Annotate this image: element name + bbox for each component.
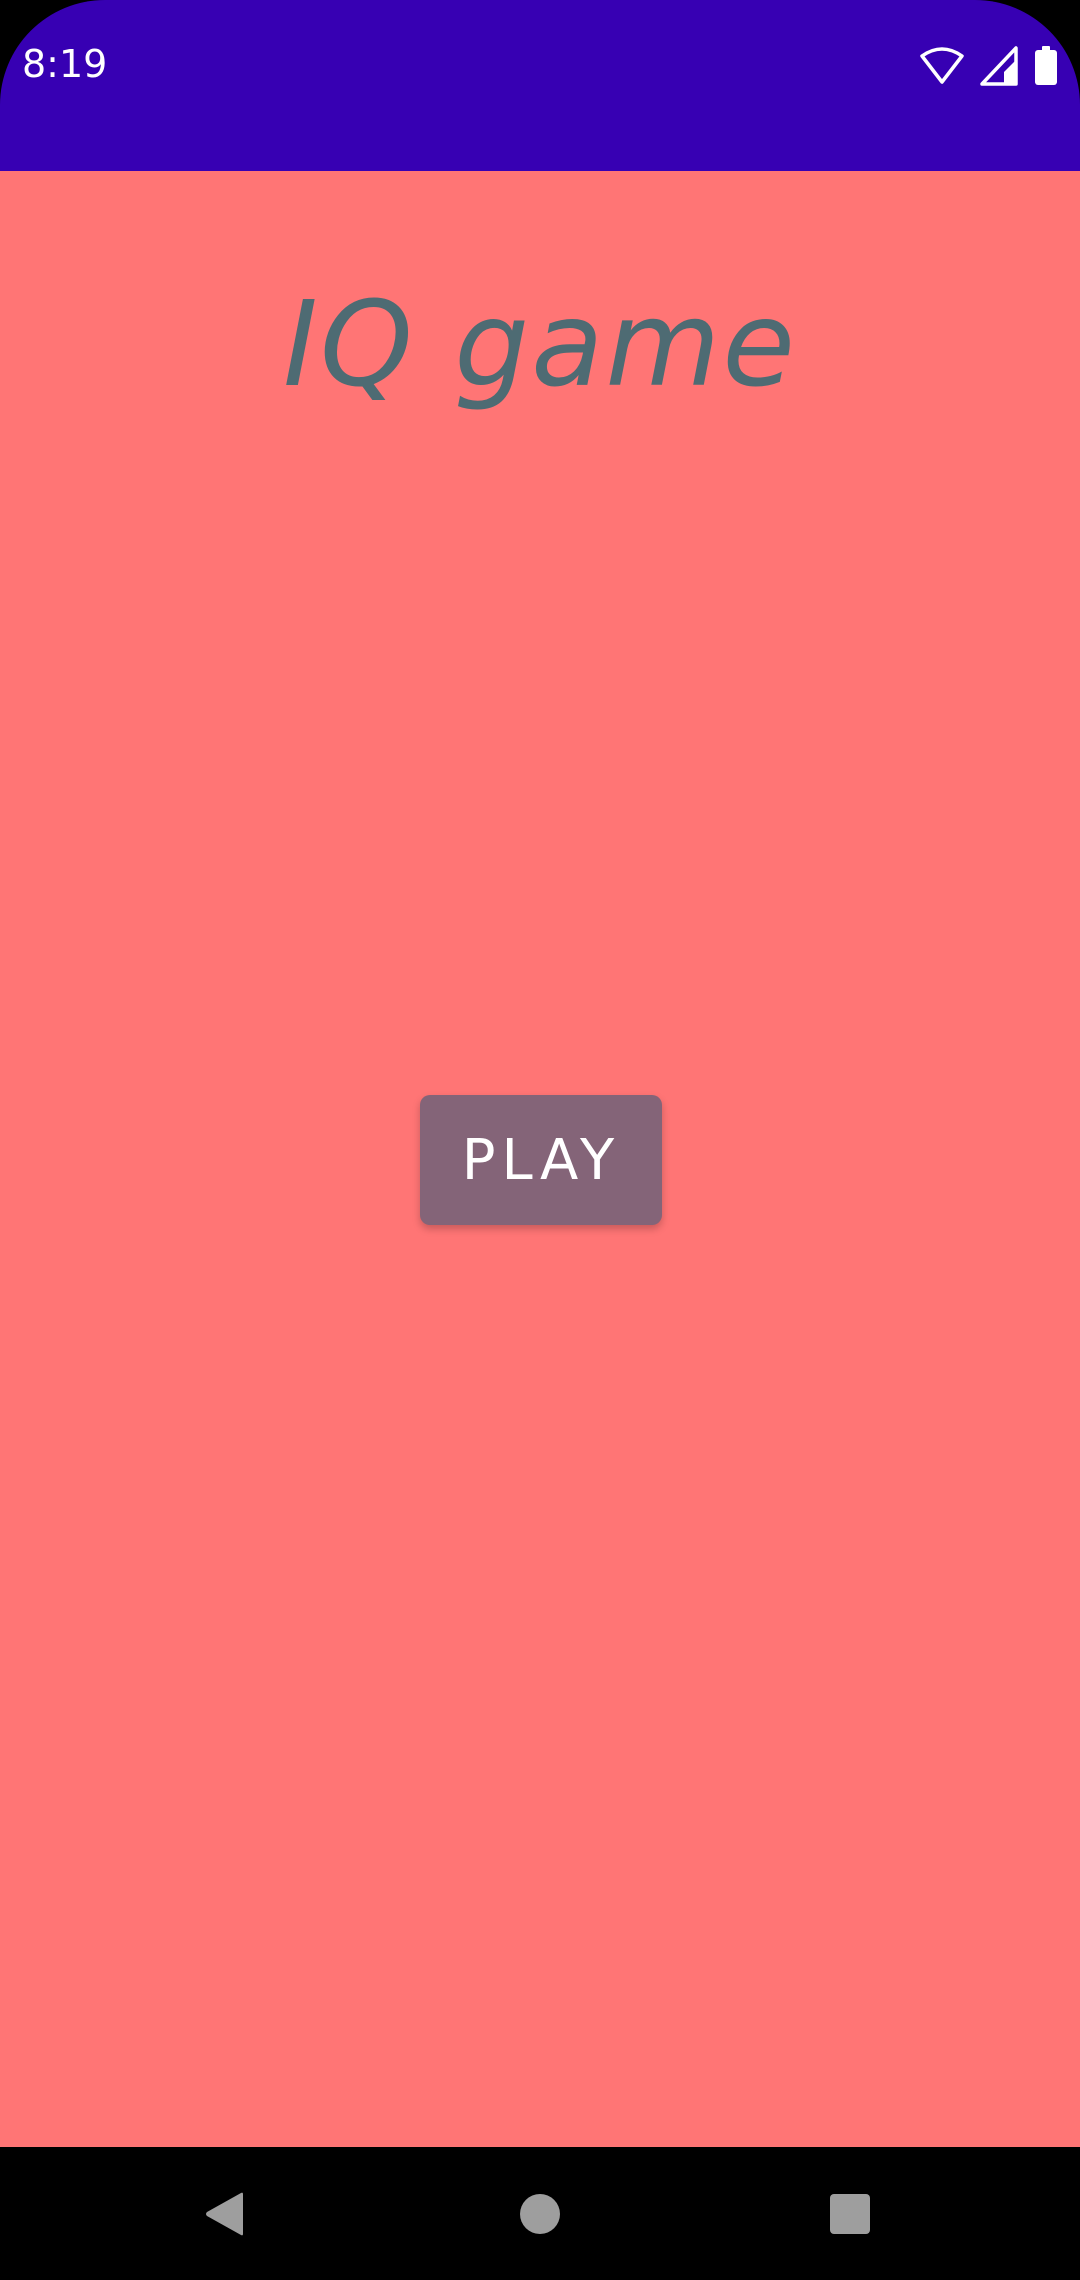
cellular-signal-icon [980, 46, 1018, 90]
battery-icon [1034, 46, 1058, 90]
main-content: IQ game PLAY [0, 171, 1080, 2147]
play-button[interactable]: PLAY [420, 1095, 662, 1225]
status-bar: 8:19 [0, 0, 1080, 171]
recents-icon [830, 2194, 870, 2234]
status-icons [920, 46, 1058, 90]
home-icon [520, 2194, 560, 2234]
back-button[interactable] [180, 2169, 270, 2259]
page-title: IQ game [283, 275, 797, 413]
back-icon [206, 2192, 243, 2236]
status-time: 8:19 [22, 42, 108, 86]
wifi-icon [920, 46, 964, 90]
home-button[interactable] [495, 2169, 585, 2259]
navigation-bar [0, 2147, 1080, 2280]
recents-button[interactable] [805, 2169, 895, 2259]
phone-screen: 8:19 IQ game PLAY [0, 0, 1080, 2280]
